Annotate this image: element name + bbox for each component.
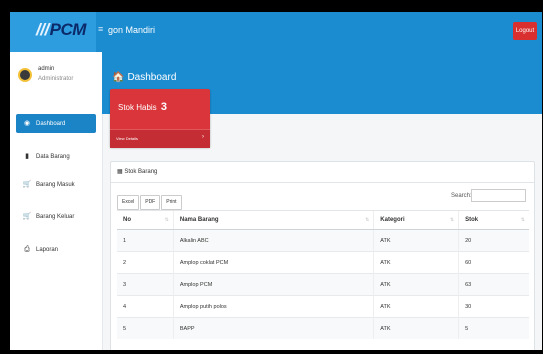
stok-habis-title: Stok Habis 3 xyxy=(118,101,167,113)
sidebar-item-laporan[interactable]: ⎙ Laporan xyxy=(16,240,102,259)
sort-icon: ⇅ xyxy=(449,217,455,223)
sidebar-item-label: Dashboard xyxy=(36,121,66,127)
cell-nama-barang: Amplop coklat PCM xyxy=(172,251,374,274)
view-details-link[interactable]: View Details › xyxy=(110,129,210,148)
user-name: admin xyxy=(38,66,55,72)
cell-nama-barang: Alkalin ABC xyxy=(172,229,374,252)
app-screen: ///PCM ≡ gon Mandiri Logout admin Admini… xyxy=(10,12,542,350)
top-navbar: ///PCM ≡ gon Mandiri Logout xyxy=(10,12,542,52)
table-row: 3 Amplop PCM ATK 63 xyxy=(117,273,529,296)
column-label: Nama Barang xyxy=(179,217,219,223)
column-header-nama-barang[interactable]: Nama Barang ⇅ xyxy=(172,210,374,230)
table-row: 1 Alkalin ABC ATK 20 xyxy=(117,229,529,252)
logo-text: PCM xyxy=(49,20,87,39)
column-label: Kategori xyxy=(380,217,405,223)
logo-bars-icon: /// xyxy=(36,20,49,39)
sort-icon: ⇅ xyxy=(164,217,169,223)
cart-in-icon: 🛒 xyxy=(22,181,32,188)
column-header-kategori[interactable]: Kategori ⇅ xyxy=(373,210,459,230)
cell-stok: 30 xyxy=(458,295,529,318)
search-label: Search: xyxy=(451,193,472,199)
page-title-text: Dashboard xyxy=(127,72,177,83)
pdf-button[interactable]: PDF xyxy=(140,195,161,210)
cell-kategori: ATK xyxy=(373,295,459,318)
cell-nama-barang: Amplop PCM xyxy=(172,273,374,296)
cart-out-icon: 🛒 xyxy=(22,213,32,220)
column-label: No xyxy=(123,217,131,223)
column-header-stok[interactable]: Stok ⇅ xyxy=(458,210,529,230)
dashboard-icon: ◉ xyxy=(23,120,31,127)
logout-button[interactable]: Logout xyxy=(513,22,537,40)
stok-habis-label: Stok Habis xyxy=(118,103,157,112)
cell-stok: 63 xyxy=(458,273,529,296)
sidebar-item-label: Barang Keluar xyxy=(36,214,75,220)
sort-icon: ⇅ xyxy=(365,217,370,223)
sidebar-item-barang-keluar[interactable]: 🛒 Barang Keluar xyxy=(16,207,102,226)
excel-button[interactable]: Excel xyxy=(117,195,140,210)
cell-nama-barang: Amplop putih polos xyxy=(172,295,374,318)
panel-title: ▦ Stok Barang xyxy=(117,168,157,175)
table-row: 2 Amplop coklat PCM ATK 60 xyxy=(117,251,529,274)
cell-stok: 20 xyxy=(458,229,529,252)
panel-title-text: Stok Barang xyxy=(124,169,158,175)
menu-toggle-icon[interactable]: ≡ xyxy=(98,24,103,34)
home-icon: 🏠 xyxy=(112,72,125,83)
sidebar: admin Administrator ◉ Dashboard ▮ Data Bar… xyxy=(10,52,103,350)
column-header-no[interactable]: No ⇅ xyxy=(117,210,174,230)
stok-barang-panel: ▦ Stok Barang Excel PDF Print Search: No ⇅ … xyxy=(110,161,535,350)
sidebar-item-label: Barang Masuk xyxy=(36,182,75,188)
sidebar-item-label: Laporan xyxy=(36,247,59,253)
sort-icon: ⇅ xyxy=(520,217,525,223)
app-title: gon Mandiri xyxy=(108,25,156,35)
table-icon: ▦ xyxy=(117,169,123,175)
search-input[interactable] xyxy=(471,189,526,202)
cell-nama-barang: BAPP xyxy=(172,317,374,339)
sidebar-item-data-barang[interactable]: ▮ Data Barang xyxy=(16,147,102,166)
page-title: 🏠 Dashboard xyxy=(112,72,176,83)
user-role: Administrator xyxy=(38,76,74,82)
print-icon: ⎙ xyxy=(24,246,30,253)
cell-stok: 60 xyxy=(458,251,529,274)
cell-kategori: ATK xyxy=(373,251,459,274)
export-buttons: Excel PDF Print xyxy=(117,190,183,210)
table-header-row: No ⇅ Nama Barang ⇅ Kategori ⇅ Stok ⇅ xyxy=(117,210,529,230)
chevron-right-icon: › xyxy=(202,134,204,140)
cell-stok: 5 xyxy=(458,317,529,339)
brand-area[interactable]: ///PCM xyxy=(10,12,96,52)
box-icon: ▮ xyxy=(25,153,29,160)
cell-kategori: ATK xyxy=(373,317,459,339)
cell-no: 4 xyxy=(117,295,174,318)
cell-kategori: ATK xyxy=(373,273,459,296)
cell-no: 3 xyxy=(117,273,174,296)
cell-no: 1 xyxy=(117,229,174,252)
table-row: 4 Amplop putih polos ATK 30 xyxy=(117,295,529,318)
sidebar-item-dashboard[interactable]: ◉ Dashboard xyxy=(16,114,96,133)
cell-no: 5 xyxy=(117,317,174,339)
table-row: 5 BAPP ATK 5 xyxy=(117,317,529,339)
cell-kategori: ATK xyxy=(373,229,459,252)
cell-no: 2 xyxy=(117,251,174,274)
stok-table: No ⇅ Nama Barang ⇅ Kategori ⇅ Stok ⇅ 1 Alkal… xyxy=(117,210,529,339)
column-label: Stok xyxy=(465,217,479,223)
stok-habis-count: 3 xyxy=(160,101,168,113)
sidebar-item-barang-masuk[interactable]: 🛒 Barang Masuk xyxy=(16,175,102,194)
avatar xyxy=(18,68,32,82)
view-details-label: View Details xyxy=(116,136,138,141)
panel-header: ▦ Stok Barang xyxy=(111,162,534,183)
print-button[interactable]: Print xyxy=(161,195,182,210)
stok-habis-card: Stok Habis 3 View Details › xyxy=(110,89,210,148)
brand-logo[interactable]: ///PCM xyxy=(36,20,86,40)
sidebar-item-label: Data Barang xyxy=(36,154,70,160)
